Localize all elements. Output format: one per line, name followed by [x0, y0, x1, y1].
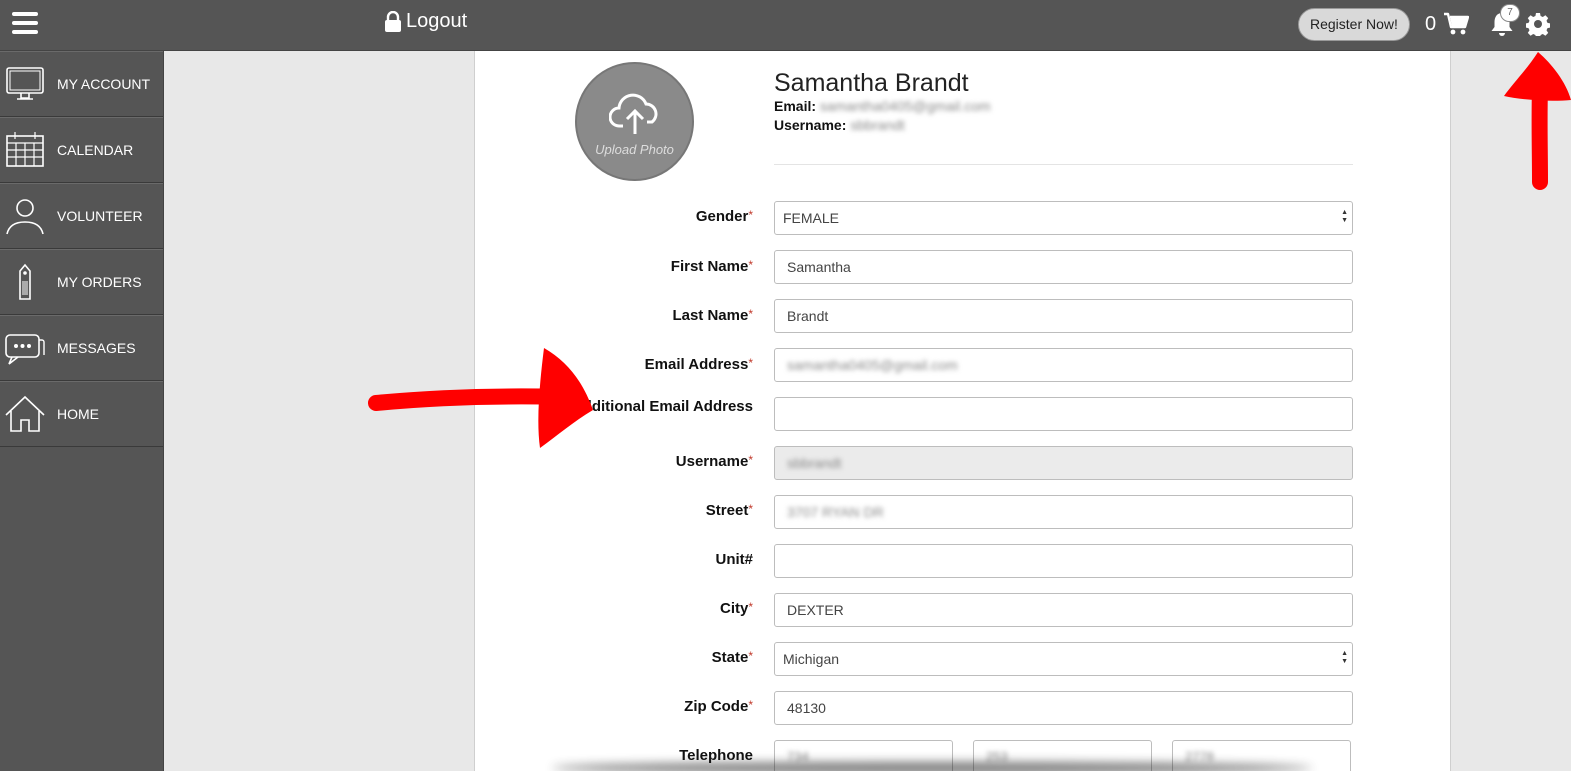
street-field[interactable]: 3707 RYAN DR	[774, 495, 1353, 529]
sidebar-item-my-orders[interactable]: MY ORDERS	[0, 249, 163, 315]
calendar-icon	[2, 127, 48, 173]
gender-select[interactable]: FEMALE	[774, 201, 1353, 235]
username-field: sbbrandt	[774, 446, 1353, 480]
cart-count: 0	[1425, 13, 1437, 35]
person-icon	[2, 193, 48, 239]
state-label: State*	[711, 649, 753, 666]
monitor-icon	[2, 61, 48, 107]
telephone-label: Telephone	[679, 747, 753, 764]
cloud-upload-icon	[608, 93, 657, 134]
tag-icon	[2, 259, 48, 305]
register-now-button[interactable]: Register Now!	[1298, 8, 1410, 41]
sidebar-item-messages[interactable]: MESSAGES	[0, 315, 163, 381]
profile-username-line: Username: sbbrandt	[774, 117, 905, 133]
username-label: Username*	[675, 453, 753, 470]
menu-icon[interactable]	[12, 12, 38, 36]
sidebar-item-my-account[interactable]: MY ACCOUNT	[0, 51, 163, 117]
street-value: 3707 RYAN DR	[787, 504, 884, 520]
divider	[774, 164, 1353, 165]
sidebar-item-label: HOME	[57, 406, 99, 422]
upload-photo-button[interactable]: Upload Photo	[575, 62, 694, 181]
telephone-line-value: 2778	[1185, 749, 1214, 764]
sidebar: MY ACCOUNT CALENDAR VOLUNTEER MY ORDERS …	[0, 51, 164, 771]
last-name-field[interactable]: Brandt	[774, 299, 1353, 333]
unit-label: Unit#	[715, 551, 754, 568]
street-label: Street*	[705, 502, 753, 519]
top-bar: Logout Register Now! 0 7	[0, 0, 1571, 51]
sidebar-item-volunteer[interactable]: VOLUNTEER	[0, 183, 163, 249]
first-name-label: First Name*	[670, 258, 753, 275]
red-arrow-up-annotation	[1504, 52, 1571, 190]
first-name-field[interactable]: Samantha	[774, 250, 1353, 284]
profile-email-line: Email: samantha0405@gmail.com	[774, 98, 991, 114]
state-select[interactable]: Michigan	[774, 642, 1353, 676]
gender-label: Gender*	[695, 208, 753, 225]
cart-icon[interactable]	[1443, 12, 1469, 36]
sidebar-item-label: MY ORDERS	[57, 274, 142, 290]
profile-name: Samantha Brandt	[774, 69, 969, 97]
logout-link[interactable]: Logout	[384, 10, 467, 33]
notification-badge: 7	[1500, 4, 1520, 22]
sidebar-item-label: VOLUNTEER	[57, 208, 143, 224]
additional-email-field[interactable]	[774, 397, 1353, 431]
sidebar-item-home[interactable]: HOME	[0, 381, 163, 447]
username-field-value: sbbrandt	[787, 455, 842, 471]
zip-code-label: Zip Code*	[684, 698, 753, 715]
settings-gear-icon[interactable]	[1526, 12, 1550, 36]
sidebar-item-label: MY ACCOUNT	[57, 76, 151, 92]
unit-field[interactable]	[774, 544, 1353, 578]
email-label: Email:	[774, 98, 817, 114]
chat-icon	[2, 325, 48, 371]
email-address-label: Email Address*	[644, 356, 753, 373]
city-label: City*	[719, 600, 753, 617]
last-name-label: Last Name*	[672, 307, 753, 324]
sidebar-item-label: CALENDAR	[57, 142, 134, 158]
lock-icon	[385, 10, 401, 32]
zip-code-field[interactable]: 48130	[774, 691, 1353, 725]
email-value: samantha0405@gmail.com	[819, 98, 991, 114]
email-address-value: samantha0405@gmail.com	[787, 357, 958, 373]
city-field[interactable]: DEXTER	[774, 593, 1353, 627]
profile-panel: Upload Photo Samantha Brandt Email: sama…	[474, 51, 1451, 771]
username-value: sbbrandt	[850, 117, 905, 133]
sidebar-item-calendar[interactable]: CALENDAR	[0, 117, 163, 183]
email-address-field[interactable]: samantha0405@gmail.com	[774, 348, 1353, 382]
home-icon	[2, 391, 48, 437]
username-label: Username:	[774, 117, 847, 133]
upload-photo-label: Upload Photo	[595, 142, 674, 157]
logout-label: Logout	[406, 10, 468, 32]
additional-email-label: Additional Email Address	[571, 398, 753, 415]
sidebar-item-label: MESSAGES	[57, 340, 136, 356]
bottom-shadow	[552, 762, 1312, 771]
